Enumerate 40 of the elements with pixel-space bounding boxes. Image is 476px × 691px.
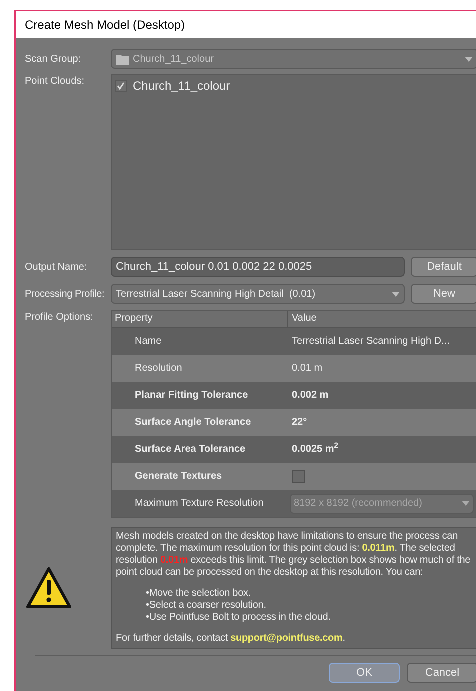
bullet-item: •Use Pointfuse Bolt to process in the cloud. [146, 612, 331, 624]
caret-icon [465, 56, 473, 62]
output-name-field[interactable]: Church_11_colour 0.01 0.002 22 0.0025 [111, 257, 405, 277]
field-label: Point Clouds: [25, 75, 86, 89]
dialog-button[interactable]: Cancel [407, 663, 476, 683]
property-value: 0.002 m [291, 389, 330, 403]
folder-icon [116, 54, 129, 64]
caret-icon [462, 501, 470, 506]
processing-profile-dropdown[interactable]: Terrestrial Laser Scanning High Detail (0.01) [111, 284, 405, 304]
property-value: 0.01 m [291, 362, 324, 376]
scan-group-dropdown[interactable]: Church_11_colour [111, 49, 476, 69]
property-name: Name [134, 335, 163, 349]
caret-icon [392, 292, 400, 296]
property-name: Surface Angle Tolerance [134, 416, 252, 430]
property-name: Maximum Texture Resolution [134, 497, 265, 511]
warning-icon [26, 567, 72, 609]
column-header: Property [112, 311, 288, 327]
point-cloud-name[interactable]: Church_11_colour [133, 77, 230, 95]
contact-message: For further details, contact support@pointfuse.com. [116, 633, 346, 645]
window-title: Create Mesh Model (Desktop) [25, 16, 186, 34]
property-value: Terrestrial Laser Scanning High D... [291, 335, 451, 349]
checkbox[interactable] [292, 470, 305, 483]
bullet-item: •Move the selection box. [146, 588, 251, 600]
warning-message: Mesh models created on the desktop have limitations to ensure the process can complete. The maximum resolution for this point cloud is: 0.011m. The selected resolution 0.01m exceeds this limit. The grey selection box shows how much of the point cloud can be processed on the desktop at this resolution. You can: [116, 531, 472, 579]
default-button[interactable]: Default [411, 257, 476, 277]
bullet-item: •Select a coarser resolution. [146, 600, 266, 612]
field-label: Profile Options: [25, 311, 94, 325]
field-label: Scan Group: [25, 52, 82, 66]
column-header: Value [291, 312, 318, 326]
new-button[interactable]: New [411, 284, 476, 304]
checkbox[interactable] [115, 80, 127, 92]
field-label: Output Name: [25, 260, 88, 274]
property-value: 0.0025 m$^{2}$ [291, 442, 340, 457]
property-name: Surface Area Tolerance [134, 443, 247, 457]
property-name: Resolution [134, 362, 184, 376]
dialog-button[interactable]: OK [329, 663, 400, 683]
field-label: Processing Profile: [25, 288, 105, 302]
property-name: Generate Textures [134, 470, 224, 484]
property-value: 22° [291, 416, 308, 430]
property-name: Planar Fitting Tolerance [134, 389, 250, 403]
